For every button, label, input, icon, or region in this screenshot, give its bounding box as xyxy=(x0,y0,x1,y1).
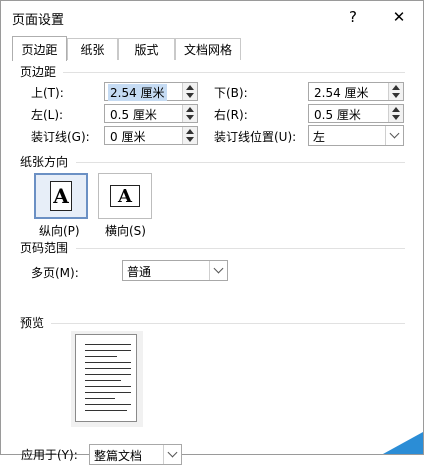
spin-down-icon[interactable] xyxy=(392,93,400,98)
spin-up-icon[interactable] xyxy=(186,129,194,134)
preview-line xyxy=(85,344,131,345)
top-margin-label: 上(T): xyxy=(31,86,64,100)
top-margin-spinner[interactable]: 2.54 厘米 xyxy=(104,82,198,101)
preview-area xyxy=(71,331,143,427)
spinner-arrows[interactable] xyxy=(388,83,403,100)
apply-to-value[interactable]: 整篇文档 xyxy=(94,447,142,464)
spinner-arrows[interactable] xyxy=(182,127,197,144)
spinner-arrows[interactable] xyxy=(182,105,197,122)
spin-up-icon[interactable] xyxy=(392,85,400,90)
gutter-position-value[interactable]: 左 xyxy=(313,128,325,145)
tab-document-grid[interactable]: 文档网格 xyxy=(175,38,241,60)
pages-divider xyxy=(76,248,405,249)
preview-line xyxy=(85,404,131,405)
spin-up-icon[interactable] xyxy=(392,107,400,112)
bottom-margin-value[interactable]: 2.54 厘米 xyxy=(312,84,371,101)
multiple-pages-value[interactable]: 普通 xyxy=(127,263,151,280)
close-button[interactable]: ✕ xyxy=(387,5,411,29)
bottom-margin-label: 下(B): xyxy=(214,86,248,100)
preview-line xyxy=(85,410,127,411)
dialog-title: 页面设置 xyxy=(12,13,65,28)
gutter-value[interactable]: 0 厘米 xyxy=(108,128,147,145)
landscape-button[interactable]: A xyxy=(98,173,152,219)
right-margin-spinner[interactable]: 0.5 厘米 xyxy=(308,104,404,123)
left-margin-spinner[interactable]: 0.5 厘米 xyxy=(104,104,198,123)
gutter-position-label: 装订线位置(U): xyxy=(214,130,297,144)
multiple-pages-label: 多页(M): xyxy=(31,266,79,280)
orientation-divider xyxy=(76,162,405,163)
preview-heading: 预览 xyxy=(20,316,45,330)
tab-paper[interactable]: 纸张 xyxy=(67,38,118,60)
spinner-arrows[interactable] xyxy=(182,83,197,100)
landscape-page-icon: A xyxy=(110,185,140,207)
gutter-spinner[interactable]: 0 厘米 xyxy=(104,126,198,145)
multiple-pages-select[interactable]: 普通 xyxy=(122,260,228,281)
right-margin-label: 右(R): xyxy=(214,108,248,122)
preview-line xyxy=(85,386,131,387)
preview-line xyxy=(85,368,131,369)
pages-heading: 页码范围 xyxy=(20,241,69,255)
preview-line xyxy=(85,392,131,393)
spin-down-icon[interactable] xyxy=(186,137,194,142)
preview-line xyxy=(85,350,131,351)
spinner-arrows[interactable] xyxy=(388,105,403,122)
spin-up-icon[interactable] xyxy=(186,107,194,112)
help-button[interactable]: ? xyxy=(341,5,365,29)
gutter-position-select[interactable]: 左 xyxy=(308,125,404,146)
landscape-label[interactable]: 横向(S) xyxy=(105,222,146,239)
right-margin-value[interactable]: 0.5 厘米 xyxy=(312,106,363,123)
chevron-down-icon[interactable] xyxy=(385,126,403,145)
preview-line xyxy=(85,356,117,357)
preview-line xyxy=(85,374,131,375)
tab-layout[interactable]: 版式 xyxy=(118,38,175,60)
left-margin-value[interactable]: 0.5 厘米 xyxy=(108,106,159,123)
title-bar: 页面设置 ? ✕ xyxy=(1,1,423,35)
window-corner-decoration xyxy=(383,432,423,454)
spin-down-icon[interactable] xyxy=(392,115,400,120)
bottom-margin-spinner[interactable]: 2.54 厘米 xyxy=(308,82,404,101)
gutter-label: 装订线(G): xyxy=(31,130,90,144)
preview-page xyxy=(75,334,137,422)
portrait-label[interactable]: 纵向(P) xyxy=(39,222,80,239)
orientation-heading: 纸张方向 xyxy=(20,155,69,169)
tab-margins[interactable]: 页边距 xyxy=(12,36,67,61)
page-setup-dialog: 页面设置 ? ✕ 页边距 纸张 版式 文档网格 页边距 上(T): 2.54 厘… xyxy=(0,0,424,465)
spin-up-icon[interactable] xyxy=(186,85,194,90)
spin-down-icon[interactable] xyxy=(186,93,194,98)
portrait-page-icon: A xyxy=(50,181,72,211)
top-margin-value[interactable]: 2.54 厘米 xyxy=(108,84,167,101)
spin-down-icon[interactable] xyxy=(186,115,194,120)
preview-line xyxy=(85,380,121,381)
portrait-button[interactable]: A xyxy=(34,173,88,219)
preview-line xyxy=(85,362,131,363)
preview-divider xyxy=(51,323,405,324)
margins-divider xyxy=(63,72,405,73)
preview-line xyxy=(85,398,115,399)
margins-heading: 页边距 xyxy=(20,65,57,79)
chevron-down-icon[interactable] xyxy=(209,261,227,280)
left-margin-label: 左(L): xyxy=(31,108,64,122)
